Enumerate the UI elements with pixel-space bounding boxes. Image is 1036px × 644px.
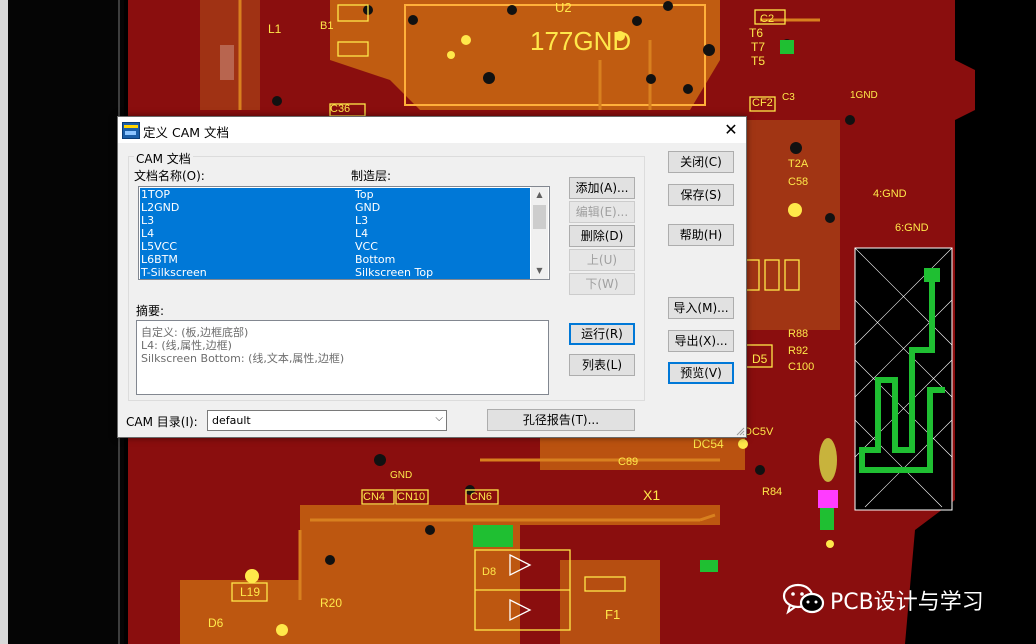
pcb-label: L1 (268, 22, 282, 36)
list-scrollbar[interactable]: ▲ ▼ (531, 187, 548, 279)
pcb-label: R92 (788, 345, 809, 357)
cam-directory-value: default (212, 414, 251, 427)
list-item[interactable]: L3 L3 (140, 214, 530, 227)
dialog-titlebar[interactable]: 定义 CAM 文档 ✕ (118, 117, 746, 143)
resize-grip-icon[interactable] (735, 426, 745, 436)
cam-document-list[interactable]: 1TOP Top L2GND GND L3 L3 L4 L4 L5VCC VCC L6BT… (138, 186, 550, 280)
layer-name: Silkscreen Top (355, 266, 434, 279)
layer-name: L4 (355, 227, 369, 240)
pcb-label: GND (390, 470, 413, 481)
summary-label: 摘要: (136, 304, 165, 318)
pcb-label: C2 (760, 13, 775, 25)
export-button[interactable]: 导出(X)... (668, 330, 734, 352)
wechat-watermark: PCB设计与学习 (782, 580, 1012, 620)
pcb-label: R20 (320, 596, 343, 610)
pcb-label: B1 (320, 20, 334, 32)
pcb-label: 177GND (530, 26, 632, 56)
pcb-label: D5 (752, 352, 768, 366)
pcb-label: C89 (618, 456, 639, 468)
scroll-down-icon[interactable]: ▼ (531, 263, 548, 279)
run-button[interactable]: 运行(R) (569, 323, 635, 345)
chevron-down-icon[interactable]: ⌵ (435, 413, 443, 424)
pcb-label: C100 (788, 361, 815, 373)
layer-name: Bottom (355, 253, 396, 266)
layer-name: Top (355, 188, 374, 201)
pcb-label: CN4 (363, 491, 386, 503)
pads-app-icon (122, 122, 140, 139)
pcb-label: DC5V (744, 426, 774, 438)
save-button[interactable]: 保存(S) (668, 184, 734, 206)
list-button[interactable]: 列表(L) (569, 354, 635, 376)
pcb-label: D8 (482, 566, 497, 578)
edit-button[interactable]: 编辑(E)... (569, 201, 635, 223)
add-button[interactable]: 添加(A)... (569, 177, 635, 199)
scroll-up-icon[interactable]: ▲ (531, 187, 548, 203)
help-button[interactable]: 帮助(H) (668, 224, 734, 246)
pcb-label: 4:GND (873, 188, 907, 200)
pcb-label: T2A (788, 158, 809, 170)
list-item[interactable]: L2GND GND (140, 201, 530, 214)
layer-name: L3 (355, 214, 369, 227)
pcb-label: T7 (751, 40, 766, 54)
pcb-label: F1 (605, 607, 621, 622)
define-cam-documents-dialog: 定义 CAM 文档 ✕ CAM 文档 文档名称(O): 制造层: 1TOP Top… (117, 116, 747, 438)
import-button[interactable]: 导入(M)... (668, 297, 734, 319)
pcb-label: R84 (762, 486, 783, 498)
document-name: L2GND (141, 201, 180, 214)
document-name: L5VCC (141, 240, 178, 253)
pcb-label: DC54 (693, 437, 724, 451)
pcb-label: CF2 (752, 97, 773, 109)
cam-directory-label: CAM 目录(I): (126, 415, 198, 429)
move-down-button[interactable]: 下(W) (569, 273, 635, 295)
pcb-label: C36 (330, 103, 351, 115)
cam-directory-select[interactable]: default ⌵ (207, 410, 447, 431)
summary-box: 自定义: (板,边框底部) L4: (线,属性,边框) Silkscreen B… (136, 320, 549, 395)
list-item[interactable]: 1TOP Top (140, 188, 530, 201)
pcb-label: U2 (555, 0, 572, 15)
fabrication-layer-header: 制造层: (351, 169, 392, 183)
pcb-label: T6 (749, 26, 764, 40)
close-icon[interactable]: ✕ (718, 117, 744, 143)
dialog-title: 定义 CAM 文档 (143, 125, 230, 140)
document-name: L4 (141, 227, 155, 240)
close-button[interactable]: 关闭(C) (668, 151, 734, 173)
document-name: L6BTM (141, 253, 178, 266)
layer-name: GND (355, 201, 381, 214)
layer-name: VCC (355, 240, 378, 253)
pcb-label: R88 (788, 328, 809, 340)
list-item[interactable]: L5VCC VCC (140, 240, 530, 253)
list-item[interactable]: L4 L4 (140, 227, 530, 240)
pcb-label: T5 (751, 54, 766, 68)
pcb-label: D6 (208, 616, 224, 630)
document-name-header: 文档名称(O): (134, 169, 205, 183)
list-item[interactable]: L6BTM Bottom (140, 253, 530, 266)
scroll-thumb[interactable] (533, 205, 546, 229)
pcb-label: L19 (240, 585, 261, 599)
pcb-label: C3 (782, 92, 795, 103)
pcb-label: CN6 (470, 491, 493, 503)
summary-line: Silkscreen Bottom: (线,文本,属性,边框) (141, 352, 345, 365)
pcb-label: 1GND (850, 90, 878, 101)
pcb-label: X1 (643, 487, 661, 503)
list-item[interactable]: T-Silkscreen Silkscreen Top (140, 266, 530, 279)
pcb-label: C58 (788, 176, 809, 188)
wechat-logo-icon (782, 583, 825, 615)
pcb-label: 6:GND (895, 222, 929, 234)
document-name: T-Silkscreen (141, 266, 207, 279)
preview-button[interactable]: 预览(V) (668, 362, 734, 384)
document-name: 1TOP (141, 188, 171, 201)
watermark-text: PCB设计与学习 (830, 590, 984, 615)
cam-documents-group-title: CAM 文档 (134, 150, 193, 167)
move-up-button[interactable]: 上(U) (569, 249, 635, 271)
drill-report-button[interactable]: 孔径报告(T)... (487, 409, 635, 431)
document-name: L3 (141, 214, 155, 227)
pcb-label: CN10 (397, 491, 426, 503)
delete-button[interactable]: 删除(D) (569, 225, 635, 247)
